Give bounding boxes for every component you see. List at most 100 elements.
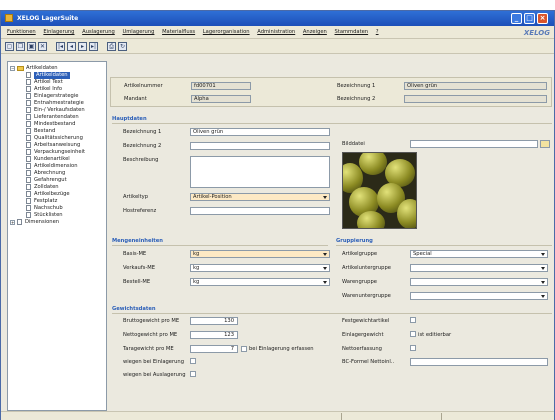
beschreibung-textarea[interactable]	[190, 156, 330, 188]
tree-item[interactable]: Nachschub	[8, 205, 106, 212]
tree-item[interactable]: Artikel Text	[8, 79, 106, 86]
bilddatei-field[interactable]	[410, 140, 538, 148]
close-button[interactable]: ×	[537, 13, 548, 24]
tree-item[interactable]: Entnahmestrategie	[8, 100, 106, 107]
hostreferenz-label: Hostreferenz	[123, 208, 157, 214]
tree-item[interactable]: Stücklisten	[8, 212, 106, 219]
menu-stammdaten[interactable]: Stammdaten	[335, 26, 369, 39]
tree-item[interactable]: Verpackungseinheit	[8, 149, 106, 156]
menu-lagerorganisation[interactable]: Lagerorganisation	[203, 26, 250, 39]
menu-umlagerung[interactable]: Umlagerung	[122, 26, 154, 39]
nettoerfassung-checkbox[interactable]	[410, 345, 416, 351]
menu-materialfluss[interactable]: Materialfluss	[162, 26, 195, 39]
tree-item[interactable]: Ein-/ Verkaufsdaten	[8, 107, 106, 114]
menu-help[interactable]: ?	[376, 26, 379, 39]
bei-einlagerung-erfassen-checkbox[interactable]	[241, 346, 247, 352]
artikelnummer-label: Artikelnummer	[124, 83, 163, 89]
tree-item[interactable]: Arbeitsanweisung	[8, 142, 106, 149]
document-icon	[26, 107, 31, 113]
print-icon[interactable]: ⎙	[107, 42, 116, 51]
document-icon	[26, 93, 31, 99]
warengruppe-select[interactable]	[410, 278, 548, 286]
document-icon	[26, 100, 31, 106]
document-icon	[26, 198, 31, 204]
artikelgruppe-select[interactable]: Special	[410, 250, 548, 258]
first-record-icon[interactable]: |◂	[56, 42, 65, 51]
artikeltyp-label: Artikeltyp	[123, 194, 149, 200]
menu-anzeigen[interactable]: Anzeigen	[303, 26, 327, 39]
tree-item[interactable]: Kundenartikel	[8, 156, 106, 163]
brutto-field[interactable]: 130	[190, 317, 238, 325]
bez1-field[interactable]: Oliven grün	[190, 128, 330, 136]
expand-icon[interactable]: +	[10, 220, 15, 225]
next-record-icon[interactable]: ▸	[78, 42, 87, 51]
basis-me-value: kg	[193, 251, 200, 257]
tree-item[interactable]: Zolldaten	[8, 184, 106, 191]
document-icon	[26, 177, 31, 183]
header-bez1-field[interactable]: Oliven grün	[404, 82, 547, 90]
last-record-icon[interactable]: ▸|	[89, 42, 98, 51]
bez2-field[interactable]	[190, 142, 330, 150]
minimize-button[interactable]: _	[511, 13, 522, 24]
hostreferenz-field[interactable]	[190, 207, 330, 215]
basis-me-select[interactable]: kg	[190, 250, 330, 258]
delete-icon[interactable]: ✕	[38, 42, 47, 51]
document-icon	[26, 72, 31, 78]
chevron-down-icon	[323, 195, 328, 199]
previous-record-icon[interactable]: ◂	[67, 42, 76, 51]
ist-editierbar-label: ist editierbar	[418, 332, 452, 338]
tree-item[interactable]: Bestand	[8, 128, 106, 135]
tree-item-label: Bestand	[34, 128, 56, 134]
tree-item[interactable]: Qualitätssicherung	[8, 135, 106, 142]
menu-einlagerung[interactable]: Einlagerung	[43, 26, 74, 39]
tree-item-label: Artikeldaten	[34, 72, 70, 79]
tree-item-label: Ein-/ Verkaufsdaten	[34, 107, 85, 113]
artikeluntergruppe-select[interactable]	[410, 264, 548, 272]
tree-item[interactable]: Festplatz	[8, 198, 106, 205]
menu-auslagerung[interactable]: Auslagerung	[82, 26, 115, 39]
gruppierung-divider	[336, 245, 552, 246]
wiegen-auslagerung-checkbox[interactable]	[190, 371, 196, 377]
tree-item[interactable]: Artikel Info	[8, 86, 106, 93]
tree-item[interactable]: Mindestbestand	[8, 121, 106, 128]
netto-field[interactable]: 123	[190, 331, 238, 339]
warenuntergruppe-select[interactable]	[410, 292, 548, 300]
document-icon	[26, 156, 31, 162]
menu-administration[interactable]: Administration	[257, 26, 295, 39]
tree-item[interactable]: Gefahrengut	[8, 177, 106, 184]
beschreibung-label: Beschreibung	[123, 157, 159, 163]
bc-formel-field[interactable]	[410, 358, 548, 366]
chevron-down-icon	[541, 294, 546, 298]
refresh-icon[interactable]: ↻	[118, 42, 127, 51]
bestell-me-select[interactable]: kg	[190, 278, 330, 286]
tree-root-dimensionen[interactable]: + Dimensionen	[8, 219, 106, 226]
artikelnummer-field[interactable]: fd00701	[191, 82, 251, 90]
verkaufs-me-select[interactable]: kg	[190, 264, 330, 272]
maximize-button[interactable]: □	[524, 13, 535, 24]
header-bez2-field[interactable]	[404, 95, 547, 103]
tara-field[interactable]: 7	[190, 345, 238, 353]
tree-item[interactable]: Lieferantendaten	[8, 114, 106, 121]
menu-funktionen[interactable]: Funktionen	[7, 26, 36, 39]
copy-icon[interactable]: ❐	[16, 42, 25, 51]
open-folder-icon[interactable]	[540, 140, 550, 148]
tree-item[interactable]: Abrechnung	[8, 170, 106, 177]
new-icon[interactable]: ▢	[5, 42, 14, 51]
hauptdaten-divider	[112, 123, 552, 124]
artikeltyp-select[interactable]: Artikel-Position	[190, 193, 330, 201]
record-header: Artikelnummer fd00701 Mandant Alpha Beze…	[110, 77, 552, 107]
tree-root-artikeldaten[interactable]: − Artikeldaten	[8, 65, 106, 72]
wiegen-einlagerung-checkbox[interactable]	[190, 358, 196, 364]
bestell-me-label: Bestell-ME	[123, 279, 151, 285]
tree-item[interactable]: Artikeldaten	[8, 72, 106, 79]
tree-item[interactable]: Einlagerstrategie	[8, 93, 106, 100]
save-icon[interactable]: ▣	[27, 42, 36, 51]
festgewicht-checkbox[interactable]	[410, 317, 416, 323]
mandant-field[interactable]: Alpha	[191, 95, 251, 103]
status-segment-middle	[341, 413, 345, 420]
verkaufs-me-label: Verkaufs-ME	[123, 265, 156, 271]
einlagergewicht-checkbox[interactable]	[410, 331, 416, 337]
collapse-icon[interactable]: −	[10, 66, 15, 71]
tree-item[interactable]: Artikeldimension	[8, 163, 106, 170]
tree-item[interactable]: Artikelbezüge	[8, 191, 106, 198]
